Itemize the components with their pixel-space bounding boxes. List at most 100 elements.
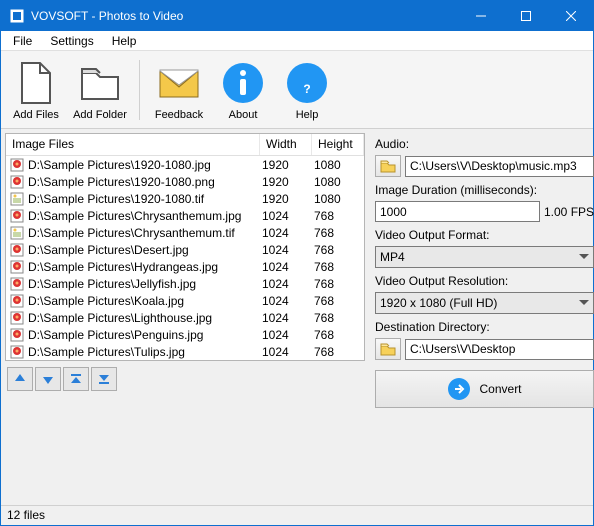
close-button[interactable] (548, 1, 593, 31)
dest-label: Destination Directory: (375, 320, 594, 334)
file-icon (12, 59, 60, 107)
menu-file[interactable]: File (5, 32, 40, 50)
file-width: 1920 (256, 158, 308, 172)
file-path: D:\Sample Pictures\1920-1080.tif (28, 192, 256, 206)
feedback-button[interactable]: Feedback (148, 53, 210, 127)
add-folder-label: Add Folder (73, 109, 127, 121)
image-file-icon (10, 260, 24, 274)
image-file-icon (10, 209, 24, 223)
duration-label: Image Duration (milliseconds): (375, 183, 594, 197)
toolbar: Add Files Add Folder Feedback About ? He (1, 51, 593, 129)
file-path: D:\Sample Pictures\Penguins.jpg (28, 328, 256, 342)
add-folder-button[interactable]: Add Folder (69, 53, 131, 127)
file-path: D:\Sample Pictures\1920-1080.png (28, 175, 256, 189)
table-row[interactable]: D:\Sample Pictures\Jellyfish.jpg1024768 (6, 275, 364, 292)
table-row[interactable]: D:\Sample Pictures\Hydrangeas.jpg1024768 (6, 258, 364, 275)
file-width: 1024 (256, 209, 308, 223)
help-label: Help (296, 109, 319, 121)
file-width: 1024 (256, 260, 308, 274)
list-body[interactable]: D:\Sample Pictures\1920-1080.jpg19201080… (6, 156, 364, 360)
file-list-panel: Image Files Width Height D:\Sample Pictu… (5, 133, 365, 361)
image-file-icon (10, 226, 24, 240)
format-value: MP4 (380, 250, 405, 264)
info-icon (219, 59, 267, 107)
convert-button[interactable]: Convert (375, 370, 594, 408)
resolution-value: 1920 x 1080 (Full HD) (380, 296, 497, 310)
move-top-button[interactable] (63, 367, 89, 391)
resolution-dropdown[interactable]: 1920 x 1080 (Full HD) (375, 292, 594, 314)
status-bar: 12 files (1, 505, 593, 525)
file-height: 768 (308, 226, 360, 240)
move-bottom-button[interactable] (91, 367, 117, 391)
arrow-right-icon (448, 378, 470, 400)
file-height: 768 (308, 260, 360, 274)
image-file-icon (10, 328, 24, 342)
move-down-button[interactable] (35, 367, 61, 391)
table-row[interactable]: D:\Sample Pictures\Tulips.jpg1024768 (6, 343, 364, 360)
file-width: 1024 (256, 226, 308, 240)
convert-label: Convert (480, 382, 522, 396)
file-path: D:\Sample Pictures\Jellyfish.jpg (28, 277, 256, 291)
col-files[interactable]: Image Files (6, 134, 260, 155)
dest-input[interactable] (405, 339, 594, 360)
menu-help[interactable]: Help (104, 32, 145, 50)
about-label: About (229, 109, 258, 121)
file-path: D:\Sample Pictures\Lighthouse.jpg (28, 311, 256, 325)
format-dropdown[interactable]: MP4 (375, 246, 594, 268)
file-path: D:\Sample Pictures\Desert.jpg (28, 243, 256, 257)
file-height: 768 (308, 311, 360, 325)
move-up-button[interactable] (7, 367, 33, 391)
app-window: VOVSOFT - Photos to Video File Settings … (0, 0, 594, 526)
audio-input[interactable] (405, 156, 594, 177)
table-row[interactable]: D:\Sample Pictures\Penguins.jpg1024768 (6, 326, 364, 343)
image-file-icon (10, 345, 24, 359)
image-file-icon (10, 175, 24, 189)
table-row[interactable]: D:\Sample Pictures\1920-1080.png19201080 (6, 173, 364, 190)
file-width: 1024 (256, 328, 308, 342)
add-files-label: Add Files (13, 109, 59, 121)
list-header: Image Files Width Height (6, 134, 364, 156)
minimize-button[interactable] (458, 1, 503, 31)
image-file-icon (10, 243, 24, 257)
chevron-down-icon (579, 300, 589, 306)
col-height[interactable]: Height (312, 134, 364, 155)
file-path: D:\Sample Pictures\Hydrangeas.jpg (28, 260, 256, 274)
file-path: D:\Sample Pictures\Chrysanthemum.jpg (28, 209, 256, 223)
file-height: 768 (308, 294, 360, 308)
question-icon: ? (283, 59, 331, 107)
add-files-button[interactable]: Add Files (5, 53, 67, 127)
image-file-icon (10, 277, 24, 291)
image-file-icon (10, 311, 24, 325)
about-button[interactable]: About (212, 53, 274, 127)
table-row[interactable]: D:\Sample Pictures\1920-1080.tif19201080 (6, 190, 364, 207)
file-width: 1024 (256, 345, 308, 359)
browse-audio-button[interactable] (375, 155, 401, 177)
file-height: 768 (308, 277, 360, 291)
col-width[interactable]: Width (260, 134, 312, 155)
table-row[interactable]: D:\Sample Pictures\Chrysanthemum.tif1024… (6, 224, 364, 241)
maximize-button[interactable] (503, 1, 548, 31)
table-row[interactable]: D:\Sample Pictures\Desert.jpg1024768 (6, 241, 364, 258)
fps-text: 1.00 FPS (544, 205, 594, 219)
audio-label: Audio: (375, 137, 594, 151)
help-button[interactable]: ? Help (276, 53, 338, 127)
window-title: VOVSOFT - Photos to Video (31, 9, 458, 23)
file-height: 768 (308, 243, 360, 257)
duration-input[interactable] (375, 201, 540, 222)
menu-settings[interactable]: Settings (42, 32, 101, 50)
feedback-label: Feedback (155, 109, 203, 121)
file-path: D:\Sample Pictures\1920-1080.jpg (28, 158, 256, 172)
file-height: 1080 (308, 158, 360, 172)
file-height: 768 (308, 345, 360, 359)
table-row[interactable]: D:\Sample Pictures\Lighthouse.jpg1024768 (6, 309, 364, 326)
file-path: D:\Sample Pictures\Tulips.jpg (28, 345, 256, 359)
image-file-icon (10, 158, 24, 172)
browse-dest-button[interactable] (375, 338, 401, 360)
titlebar: VOVSOFT - Photos to Video (1, 1, 593, 31)
format-label: Video Output Format: (375, 228, 594, 242)
table-row[interactable]: D:\Sample Pictures\Koala.jpg1024768 (6, 292, 364, 309)
table-row[interactable]: D:\Sample Pictures\1920-1080.jpg19201080 (6, 156, 364, 173)
status-count: 12 files (7, 508, 45, 522)
table-row[interactable]: D:\Sample Pictures\Chrysanthemum.jpg1024… (6, 207, 364, 224)
file-height: 1080 (308, 192, 360, 206)
